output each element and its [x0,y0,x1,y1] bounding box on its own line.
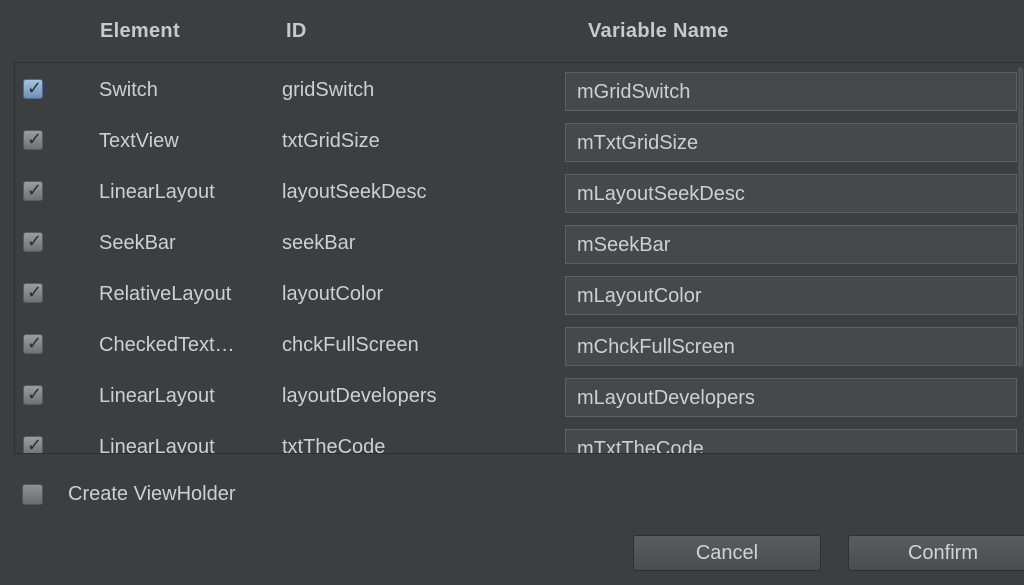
variable-name-value: mChckFullScreen [577,336,735,358]
element-id: gridSwitch [282,79,375,101]
variable-name-field[interactable]: mTxtGridSize [565,123,1017,162]
create-viewholder-checkbox[interactable] [22,484,43,505]
checkmark-icon: ✓ [27,435,43,454]
column-header-variable-name[interactable]: Variable Name [588,20,729,43]
element-type: RelativeLayout [99,283,232,305]
table-row: ✓ LinearLayout layoutSeekDesc mLayoutSee… [15,165,1024,216]
element-type: SeekBar [99,232,176,254]
column-header-element[interactable]: Element [100,20,180,43]
variable-name-value: mTxtTheCode [577,438,704,454]
column-header-id[interactable]: ID [286,20,307,43]
table-header: Element ID Variable Name [0,0,1024,62]
table-row: ✓ RelativeLayout layoutColor mLayoutColo… [15,267,1024,318]
variable-name-value: mLayoutDevelopers [577,387,755,409]
elements-table: ✓ Switch gridSwitch mGridSwitch ✓ TextVi… [14,62,1024,454]
row-checkbox[interactable]: ✓ [23,333,43,354]
checkmark-icon: ✓ [27,180,43,201]
row-checkbox[interactable]: ✓ [23,129,43,150]
variable-name-value: mLayoutSeekDesc [577,183,745,205]
element-id: chckFullScreen [282,334,419,356]
variable-name-field[interactable]: mLayoutColor [565,276,1017,315]
variable-name-field[interactable]: mTxtTheCode [565,429,1017,454]
table-row: ✓ CheckedText… chckFullScreen mChckFullS… [15,318,1024,369]
variable-name-field[interactable]: mChckFullScreen [565,327,1017,366]
scrollbar-thumb[interactable] [1018,67,1023,367]
element-id: txtTheCode [282,436,386,454]
element-type: LinearLayout [99,181,215,203]
table-row: ✓ Switch gridSwitch mGridSwitch [15,63,1024,114]
table-scrollbar[interactable] [1016,63,1024,453]
table-row: ✓ LinearLayout layoutDevelopers mLayoutD… [15,369,1024,420]
checkmark-icon: ✓ [27,384,43,405]
variable-name-value: mLayoutColor [577,285,702,307]
element-type: LinearLayout [99,436,215,454]
row-checkbox[interactable]: ✓ [23,231,43,252]
variable-name-field[interactable]: mSeekBar [565,225,1017,264]
variable-name-value: mGridSwitch [577,81,691,103]
cancel-button[interactable]: Cancel [633,535,821,571]
row-checkbox[interactable]: ✓ [23,282,43,303]
row-checkbox[interactable]: ✓ [23,435,43,454]
element-type: Switch [99,79,158,101]
checkmark-icon: ✓ [27,231,43,252]
variable-name-value: mTxtGridSize [577,132,699,154]
checkmark-icon: ✓ [27,78,43,99]
table-row: ✓ TextView txtGridSize mTxtGridSize [15,114,1024,165]
element-type: CheckedText… [99,334,235,356]
variable-name-value: mSeekBar [577,234,671,256]
checkmark-icon: ✓ [27,129,43,150]
variable-name-field[interactable]: mGridSwitch [565,72,1017,111]
row-checkbox[interactable]: ✓ [23,78,43,99]
create-viewholder-label[interactable]: Create ViewHolder [68,483,236,506]
table-row: ✓ SeekBar seekBar mSeekBar [15,216,1024,267]
row-checkbox[interactable]: ✓ [23,180,43,201]
element-id: layoutDevelopers [282,385,437,407]
checkmark-icon: ✓ [27,333,43,354]
variable-name-field[interactable]: mLayoutDevelopers [565,378,1017,417]
row-checkbox[interactable]: ✓ [23,384,43,405]
element-id: layoutSeekDesc [282,181,427,203]
confirm-button[interactable]: Confirm [848,535,1024,571]
checkmark-icon: ✓ [27,282,43,303]
element-id: layoutColor [282,283,384,305]
variable-name-field[interactable]: mLayoutSeekDesc [565,174,1017,213]
table-row: ✓ LinearLayout txtTheCode mTxtTheCode [15,420,1024,454]
element-id: seekBar [282,232,356,254]
element-type: TextView [99,130,179,152]
element-id: txtGridSize [282,130,380,152]
element-type: LinearLayout [99,385,215,407]
